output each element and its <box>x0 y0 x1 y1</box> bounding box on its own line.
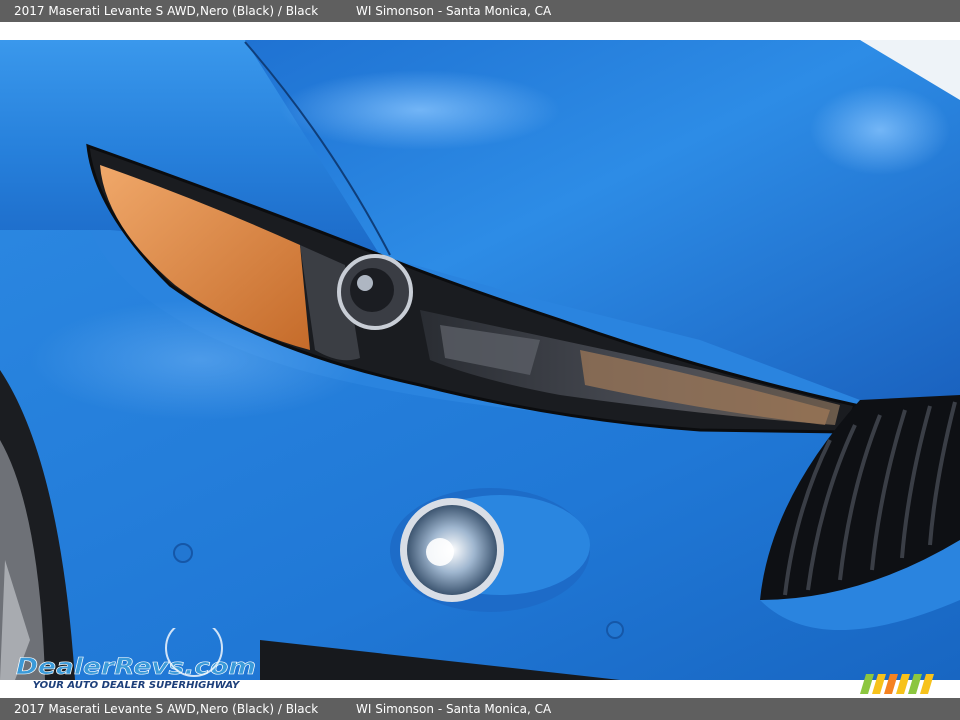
vehicle-name: 2017 Maserati Levante S AWD, <box>14 4 200 18</box>
vehicle-color: Nero (Black) / Black <box>200 4 319 18</box>
dealerrevs-logo: DealerRevs.com YOUR AUTO DEALER SUPERHIG… <box>16 628 256 691</box>
bottom-caption-bar: 2017 Maserati Levante S AWD, Nero (Black… <box>0 698 960 720</box>
dealer-name: WI Simonson - Santa Monica, CA <box>356 4 552 18</box>
car-photo <box>0 40 960 680</box>
vehicle-name-bottom: 2017 Maserati Levante S AWD, <box>14 702 200 716</box>
top-caption-bar: 2017 Maserati Levante S AWD, Nero (Black… <box>0 0 960 22</box>
watermark-tagline: YOUR AUTO DEALER SUPERHIGHWAY <box>33 680 241 691</box>
stripes-logo-icon <box>860 674 934 694</box>
vehicle-color-bottom: Nero (Black) / Black <box>200 702 319 716</box>
dealer-name-bottom: WI Simonson - Santa Monica, CA <box>356 702 552 716</box>
